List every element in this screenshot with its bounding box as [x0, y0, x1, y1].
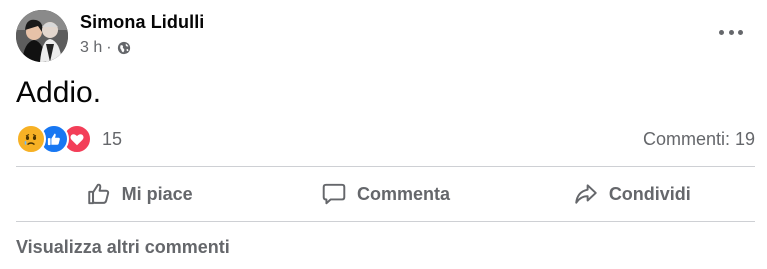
sad-reaction-icon [16, 124, 46, 154]
post-text: Addio. [16, 76, 102, 109]
comment-button[interactable]: Commenta [262, 167, 508, 221]
dot-icon [719, 29, 724, 35]
like-label: Mi piace [121, 183, 193, 204]
like-button[interactable]: Mi piace [16, 167, 262, 221]
meta-separator: · [106, 39, 112, 56]
dot-icon [738, 29, 743, 35]
author-name[interactable]: Simona Lidulli [80, 12, 204, 33]
reactions-summary[interactable]: 15 [16, 124, 122, 154]
share-arrow-icon [575, 184, 597, 204]
avatar-photo [16, 10, 68, 62]
globe-icon [117, 41, 130, 55]
share-label: Condividi [608, 183, 691, 204]
thumbs-up-icon [87, 183, 109, 205]
post-meta: 3 h · [80, 39, 131, 57]
view-more-comments-link[interactable]: Visualizza altri commenti [16, 237, 230, 258]
comment-icon [322, 183, 346, 205]
post-time[interactable]: 3 h [80, 39, 102, 57]
comments-count[interactable]: Commenti: 19 [643, 129, 755, 150]
share-button[interactable]: Condividi [509, 167, 755, 221]
divider [16, 221, 755, 222]
action-bar: Mi piace Commenta Condividi [16, 167, 755, 221]
more-options-button[interactable] [719, 22, 743, 42]
avatar[interactable] [16, 10, 68, 62]
comment-label: Commenta [356, 183, 450, 204]
dot-icon [728, 29, 734, 35]
facebook-post: Simona Lidulli 3 h · Addio. 15 Commenti:… [0, 0, 767, 269]
reaction-count: 15 [102, 128, 123, 149]
